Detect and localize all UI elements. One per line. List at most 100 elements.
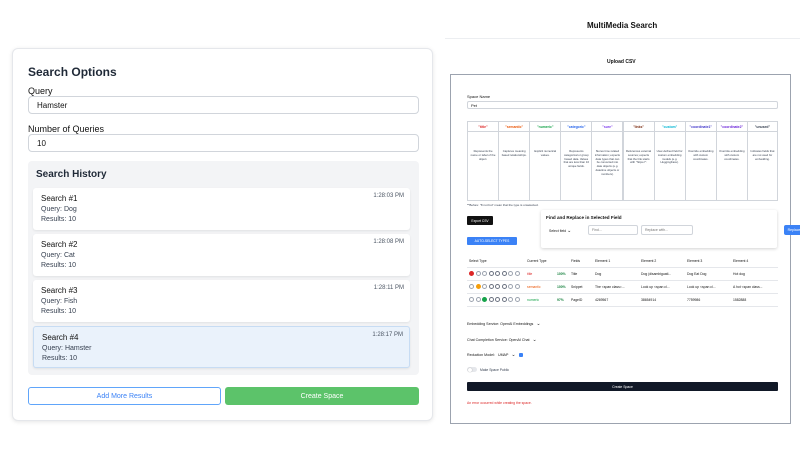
csv-preview-table: Select Type Current Type Fields Element …: [467, 255, 778, 307]
embedding-service-label: Embedding Service: OpenAI Embeddings: [467, 322, 534, 326]
table-header-row: Select Type Current Type Fields Element …: [467, 255, 778, 268]
type-radio[interactable]: [488, 297, 494, 302]
history-item-selected[interactable]: Search #4 Query: Hamster Results: 10 1:2…: [33, 326, 410, 368]
replace-button[interactable]: Replace: [784, 225, 800, 235]
types-note: **Before: "8 not but" mean that the type…: [467, 203, 539, 207]
search-options-panel: Search Options Query Number of Queries S…: [12, 48, 433, 421]
element-value: 1582888: [731, 293, 778, 307]
type-radio[interactable]: [501, 284, 507, 289]
col-header: Element 3: [685, 255, 731, 268]
type-radio[interactable]: [482, 271, 487, 276]
field-type-card: "categoric" Represents categorical or gro…: [560, 121, 593, 201]
field-type-name: "links": [623, 122, 654, 132]
history-item-query: Query: Cat: [41, 252, 75, 259]
history-item-query: Query: Dog: [41, 206, 77, 213]
export-csv-button[interactable]: Export CSV: [467, 216, 493, 225]
header-divider: [445, 38, 800, 39]
chevron-down-icon: ⌄: [532, 337, 537, 343]
field-type-description: Stores time related information; expects…: [594, 149, 620, 176]
select-field-dropdown[interactable]: Select field ⌄: [547, 227, 585, 236]
element-value: Dog (disambiguati...: [639, 267, 685, 281]
table-row: semantic 100% Snippet The <span class=... Lo…: [467, 280, 778, 294]
history-item[interactable]: Search #3 Query: Fish Results: 10 1:28:1…: [33, 280, 410, 322]
query-input[interactable]: [28, 96, 419, 114]
field-type-description: Override embedding with custom coordinat…: [719, 149, 745, 161]
history-item-time: 1:28:17 PM: [372, 332, 403, 338]
type-radio[interactable]: [508, 284, 513, 289]
type-radio[interactable]: [482, 297, 487, 302]
field-type-card: "title" Represents the name or label of t…: [467, 121, 500, 201]
type-radio[interactable]: [482, 284, 487, 289]
history-item-title: Search #2: [41, 240, 78, 249]
find-input[interactable]: [588, 225, 638, 235]
info-icon[interactable]: [518, 353, 523, 357]
type-radio[interactable]: [475, 284, 481, 289]
type-radio[interactable]: [469, 271, 474, 276]
field-type-description: Indicates fields that are not used for e…: [750, 149, 775, 161]
type-selector-cell: [467, 293, 525, 307]
type-confidence: 100%: [555, 280, 569, 294]
create-space-submit-button[interactable]: Create Space: [467, 382, 778, 391]
type-radio[interactable]: [488, 271, 494, 276]
type-radio[interactable]: [508, 271, 513, 276]
type-radio[interactable]: [514, 271, 520, 276]
element-value: Look up <span cl...: [685, 280, 731, 294]
field-type-name: "unused": [747, 122, 777, 132]
type-radio[interactable]: [501, 271, 507, 276]
make-public-row: Make Space Public: [467, 367, 509, 372]
type-confidence: 97%: [555, 293, 569, 307]
history-item-query: Query: Fish: [41, 298, 78, 305]
current-type: numeric: [525, 293, 555, 307]
reduction-model-value[interactable]: UMAP: [498, 353, 508, 357]
make-public-toggle[interactable]: [467, 367, 477, 372]
type-radio[interactable]: [508, 297, 513, 302]
field-type-description: Represents the name or label of the obje…: [470, 149, 496, 161]
table-row: title 100% Title Dog Dog (disambiguati... Dog…: [467, 267, 778, 281]
type-radio[interactable]: [495, 297, 500, 302]
upload-csv-label: Upload CSV: [607, 59, 636, 65]
type-selector-cell: [467, 280, 525, 294]
type-radio[interactable]: [495, 284, 500, 289]
chevron-down-icon[interactable]: ⌄: [511, 352, 515, 358]
type-radio[interactable]: [501, 297, 507, 302]
type-radio[interactable]: [514, 297, 520, 302]
create-space-button[interactable]: Create Space: [225, 387, 419, 405]
history-item-time: 1:28:03 PM: [373, 193, 404, 199]
find-replace-title: Find and Replace in Selected Field: [546, 215, 622, 220]
element-value: The <span class=...: [593, 280, 639, 294]
history-item-title: Search #1: [41, 194, 78, 203]
space-name-input[interactable]: [467, 101, 778, 109]
replace-with-input[interactable]: [641, 225, 693, 235]
type-radio[interactable]: [469, 297, 474, 302]
field-type-card: "links" References external sources; expe…: [622, 121, 655, 201]
num-queries-label: Number of Queries: [28, 124, 105, 134]
element-value: A hot <span class...: [731, 280, 778, 294]
type-radio[interactable]: [475, 271, 481, 276]
chat-service-select[interactable]: Chat Completion Service: OpenAI Chat ⌄: [467, 337, 537, 343]
history-item-time: 1:28:08 PM: [373, 239, 404, 245]
history-item[interactable]: Search #1 Query: Dog Results: 10 1:28:03…: [33, 188, 410, 230]
type-radio[interactable]: [514, 284, 520, 289]
embedding-service-select[interactable]: Embedding Service: OpenAI Embeddings ⌄: [467, 321, 541, 327]
add-more-results-button[interactable]: Add More Results: [28, 387, 221, 405]
chat-service-label: Chat Completion Service: OpenAI Chat: [467, 338, 530, 342]
num-queries-input[interactable]: [28, 134, 419, 152]
select-field-label: Select field: [549, 229, 567, 233]
type-radio[interactable]: [475, 297, 481, 302]
field-type-description: User-defined field for custom embedding …: [656, 149, 683, 165]
type-radio[interactable]: [469, 284, 474, 289]
field-type-card: "sure" Stores time related information; e…: [591, 121, 624, 201]
type-radio[interactable]: [495, 271, 500, 276]
field-type-name: "sure": [592, 122, 623, 132]
current-type: title: [525, 267, 555, 281]
col-header: Element 2: [639, 255, 685, 268]
space-name-label: Space Name: [467, 94, 491, 99]
error-message: An error occurred while creating the spa…: [467, 401, 532, 405]
element-value: Hot dog: [731, 267, 778, 281]
history-item[interactable]: Search #2 Query: Cat Results: 10 1:28:08…: [33, 234, 410, 276]
make-public-label: Make Space Public: [480, 367, 510, 372]
element-value: Look up <span cl...: [639, 280, 685, 294]
type-radio[interactable]: [488, 284, 494, 289]
auto-select-types-button[interactable]: AUTO-SELECT TYPES: [467, 237, 517, 245]
query-label: Query: [28, 86, 53, 96]
